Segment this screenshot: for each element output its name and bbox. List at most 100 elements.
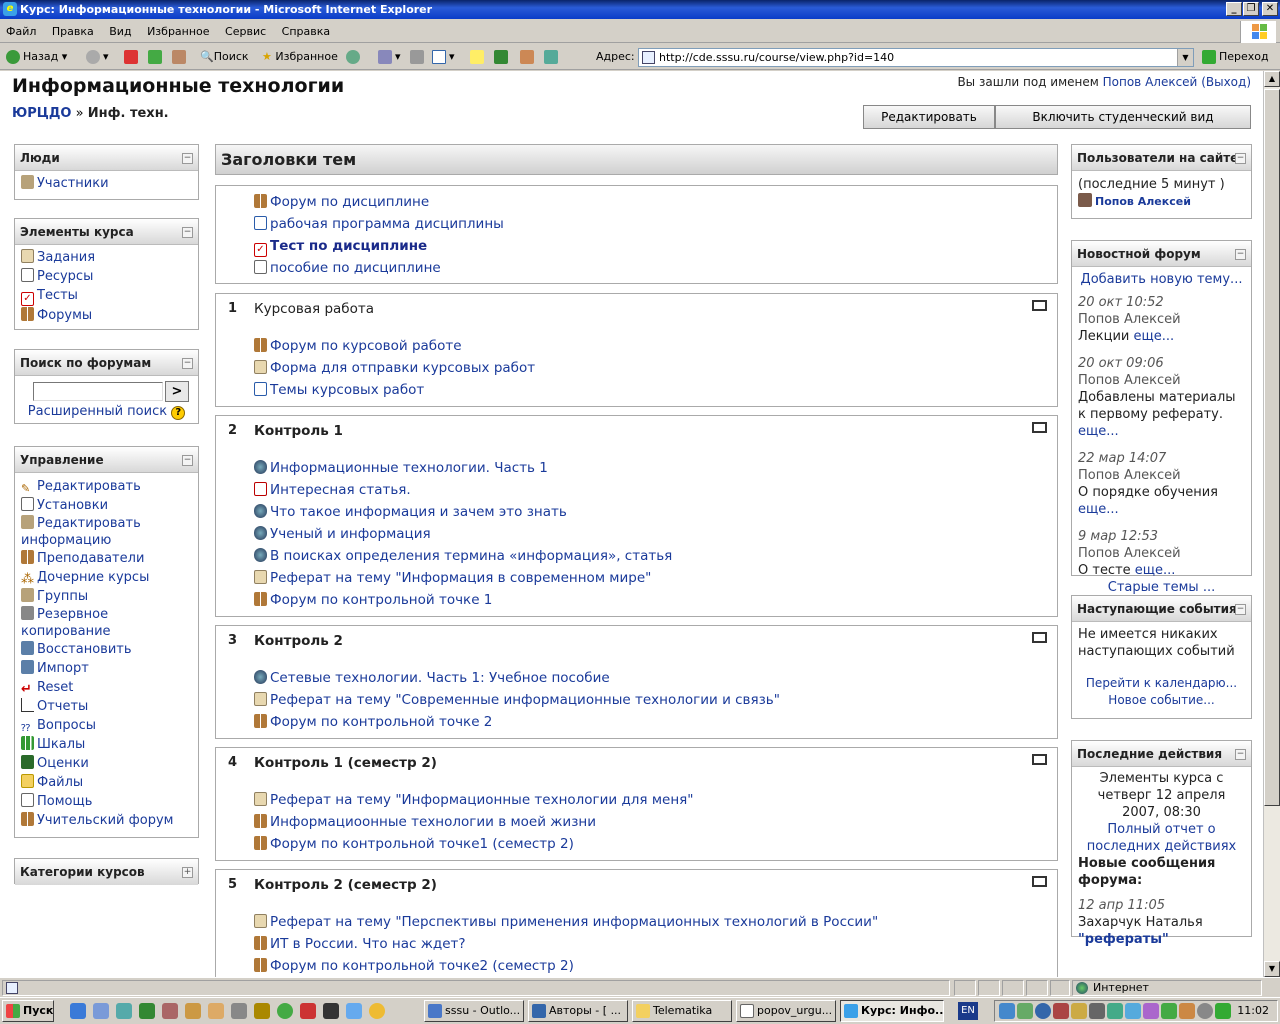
close-button[interactable]: ✕ xyxy=(1262,2,1278,16)
participants-link[interactable]: Участники xyxy=(21,174,192,193)
tray-icon[interactable] xyxy=(999,1003,1015,1019)
forums-link[interactable]: Форумы xyxy=(21,306,192,325)
activity-link[interactable]: Ученый и информация xyxy=(254,523,431,545)
collapse-icon[interactable]: − xyxy=(1235,249,1246,260)
activity-link[interactable]: Темы курсовых работ xyxy=(254,379,424,401)
ie-quicklaunch-icon[interactable] xyxy=(70,1003,86,1019)
tray-icon[interactable] xyxy=(1017,1003,1033,1019)
activity-link[interactable]: Интересная статья. xyxy=(254,479,411,501)
add-topic-link[interactable]: Добавить новую тему... xyxy=(1081,272,1243,287)
collapse-icon[interactable]: − xyxy=(182,227,193,238)
forward-button[interactable]: ▾ xyxy=(86,48,109,66)
section-focus-icon[interactable] xyxy=(1032,754,1047,765)
activity-link[interactable]: Реферат на тему "Информационные технолог… xyxy=(254,789,694,811)
plugin-button[interactable] xyxy=(494,48,511,66)
activity-link[interactable]: ✓ Тест по дисциплине xyxy=(254,235,427,257)
user-link[interactable]: Попов Алексей xyxy=(1103,75,1198,89)
back-button[interactable]: Назад ▾ xyxy=(6,48,67,66)
scroll-down-button[interactable]: ▼ xyxy=(1264,961,1280,977)
activity-link[interactable]: Форум по курсовой работе xyxy=(254,335,462,357)
admin-groups-link[interactable]: Группы xyxy=(21,587,192,606)
refresh-button[interactable] xyxy=(148,48,165,66)
volume-icon[interactable] xyxy=(1089,1003,1105,1019)
minimize-button[interactable]: _ xyxy=(1226,2,1242,16)
breadcrumb-root[interactable]: ЮРЦДО xyxy=(12,106,71,121)
start-button[interactable]: Пуск xyxy=(2,1000,54,1022)
section-focus-icon[interactable] xyxy=(1032,876,1047,887)
section-focus-icon[interactable] xyxy=(1032,422,1047,433)
task-button[interactable]: sssu - Outlo... xyxy=(424,1000,524,1022)
activity-link[interactable]: Реферат на тему "Перспективы применения … xyxy=(254,911,878,933)
media-quicklaunch-icon[interactable] xyxy=(277,1003,293,1019)
desktop-quicklaunch-icon[interactable] xyxy=(116,1003,132,1019)
collapse-icon[interactable]: − xyxy=(1235,604,1246,615)
assignments-link[interactable]: Задания xyxy=(21,248,192,267)
admin-reports-link[interactable]: Отчеты xyxy=(21,697,192,716)
admin-import-link[interactable]: Импорт xyxy=(21,659,192,678)
outlook-quicklaunch-icon[interactable] xyxy=(93,1003,109,1019)
section-focus-icon[interactable] xyxy=(1032,632,1047,643)
menu-help[interactable]: Справка xyxy=(282,21,330,43)
task-button[interactable]: Авторы - [ ... xyxy=(528,1000,628,1022)
collapse-icon[interactable]: − xyxy=(1235,749,1246,760)
admin-child-courses-link[interactable]: ⁂ Дочерние курсы xyxy=(21,568,192,587)
activity-link[interactable]: Форум по контрольной точке 2 xyxy=(254,711,492,733)
go-button[interactable]: Переход xyxy=(1202,48,1269,66)
scroll-up-button[interactable]: ▲ xyxy=(1264,71,1280,87)
messenger-quicklaunch-icon[interactable] xyxy=(369,1003,385,1019)
language-indicator[interactable]: EN xyxy=(958,1002,978,1020)
activity-link[interactable]: Форум по контрольной точке 1 xyxy=(254,589,492,611)
admin-edit-link[interactable]: ✎ Редактировать xyxy=(21,477,192,496)
print-button[interactable] xyxy=(410,48,427,66)
menu-view[interactable]: Вид xyxy=(109,21,131,43)
calendar-link[interactable]: Перейти к календарю... xyxy=(1086,676,1237,690)
tray-icon[interactable] xyxy=(1179,1003,1195,1019)
edit-mode-button[interactable]: Редактировать xyxy=(863,105,995,129)
admin-questions-link[interactable]: ⁇ Вопросы xyxy=(21,716,192,735)
address-bar[interactable]: http://cde.sssu.ru/course/view.php?id=14… xyxy=(638,48,1194,67)
mail-button[interactable]: ▾ xyxy=(378,48,401,66)
admin-teacher-forum-link[interactable]: Учительский форум xyxy=(21,811,192,830)
tray-icon[interactable] xyxy=(1215,1003,1231,1019)
activity-link[interactable]: Форум по контрольной точке1 (семестр 2) xyxy=(254,833,574,855)
news-more-link[interactable]: еще... xyxy=(1134,329,1175,344)
tray-icon[interactable] xyxy=(1125,1003,1141,1019)
admin-grades-link[interactable]: Оценки xyxy=(21,754,192,773)
tool-quicklaunch-icon[interactable] xyxy=(185,1003,201,1019)
scroll-thumb[interactable] xyxy=(1264,89,1280,806)
full-report-link[interactable]: Полный отчет о последних действиях xyxy=(1087,822,1236,854)
tool-button[interactable] xyxy=(520,48,537,66)
menu-tools[interactable]: Сервис xyxy=(225,21,266,43)
menu-edit[interactable]: Правка xyxy=(52,21,94,43)
activity-link[interactable]: Форма для отправки курсовых работ xyxy=(254,357,535,379)
activity-link[interactable]: Информациоонные технологии в моей жизни xyxy=(254,811,596,833)
plugin-quicklaunch-icon[interactable] xyxy=(254,1003,270,1019)
search-button[interactable]: 🔍Поиск xyxy=(200,48,249,66)
address-dropdown[interactable]: ▼ xyxy=(1177,49,1193,66)
vertical-scrollbar[interactable]: ▲ ▼ xyxy=(1263,71,1280,977)
favorites-button[interactable]: ★ Избранное xyxy=(262,48,338,66)
old-topics-link[interactable]: Старые темы ... xyxy=(1108,580,1215,595)
menu-favorites[interactable]: Избранное xyxy=(147,21,209,43)
admin-restore-link[interactable]: Восстановить xyxy=(21,640,192,659)
expand-icon[interactable]: + xyxy=(182,867,193,878)
news-more-link[interactable]: еще... xyxy=(1078,502,1119,517)
tray-icon[interactable] xyxy=(1071,1003,1087,1019)
online-user-link[interactable]: Попов Алексей xyxy=(1078,193,1245,210)
activity-link[interactable]: рабочая программа дисциплины xyxy=(254,213,504,235)
activity-link[interactable]: Что такое информация и зачем это знать xyxy=(254,501,567,523)
logout-link[interactable]: (Выход) xyxy=(1201,75,1251,89)
edit-quicklaunch-icon[interactable] xyxy=(208,1003,224,1019)
news-more-link[interactable]: еще... xyxy=(1078,424,1119,439)
tray-icon[interactable] xyxy=(1197,1003,1213,1019)
tray-icon[interactable] xyxy=(1035,1003,1051,1019)
admin-help-link[interactable]: Помощь xyxy=(21,792,192,811)
section-focus-icon[interactable] xyxy=(1032,300,1047,311)
collapse-icon[interactable]: − xyxy=(1235,153,1246,164)
admin-files-link[interactable]: Файлы xyxy=(21,773,192,792)
activity-link[interactable]: Форум по дисциплине xyxy=(254,191,429,213)
network-quicklaunch-icon[interactable] xyxy=(162,1003,178,1019)
tray-icon[interactable] xyxy=(1143,1003,1159,1019)
player-quicklaunch-icon[interactable] xyxy=(300,1003,316,1019)
admin-settings-link[interactable]: Установки xyxy=(21,496,192,515)
